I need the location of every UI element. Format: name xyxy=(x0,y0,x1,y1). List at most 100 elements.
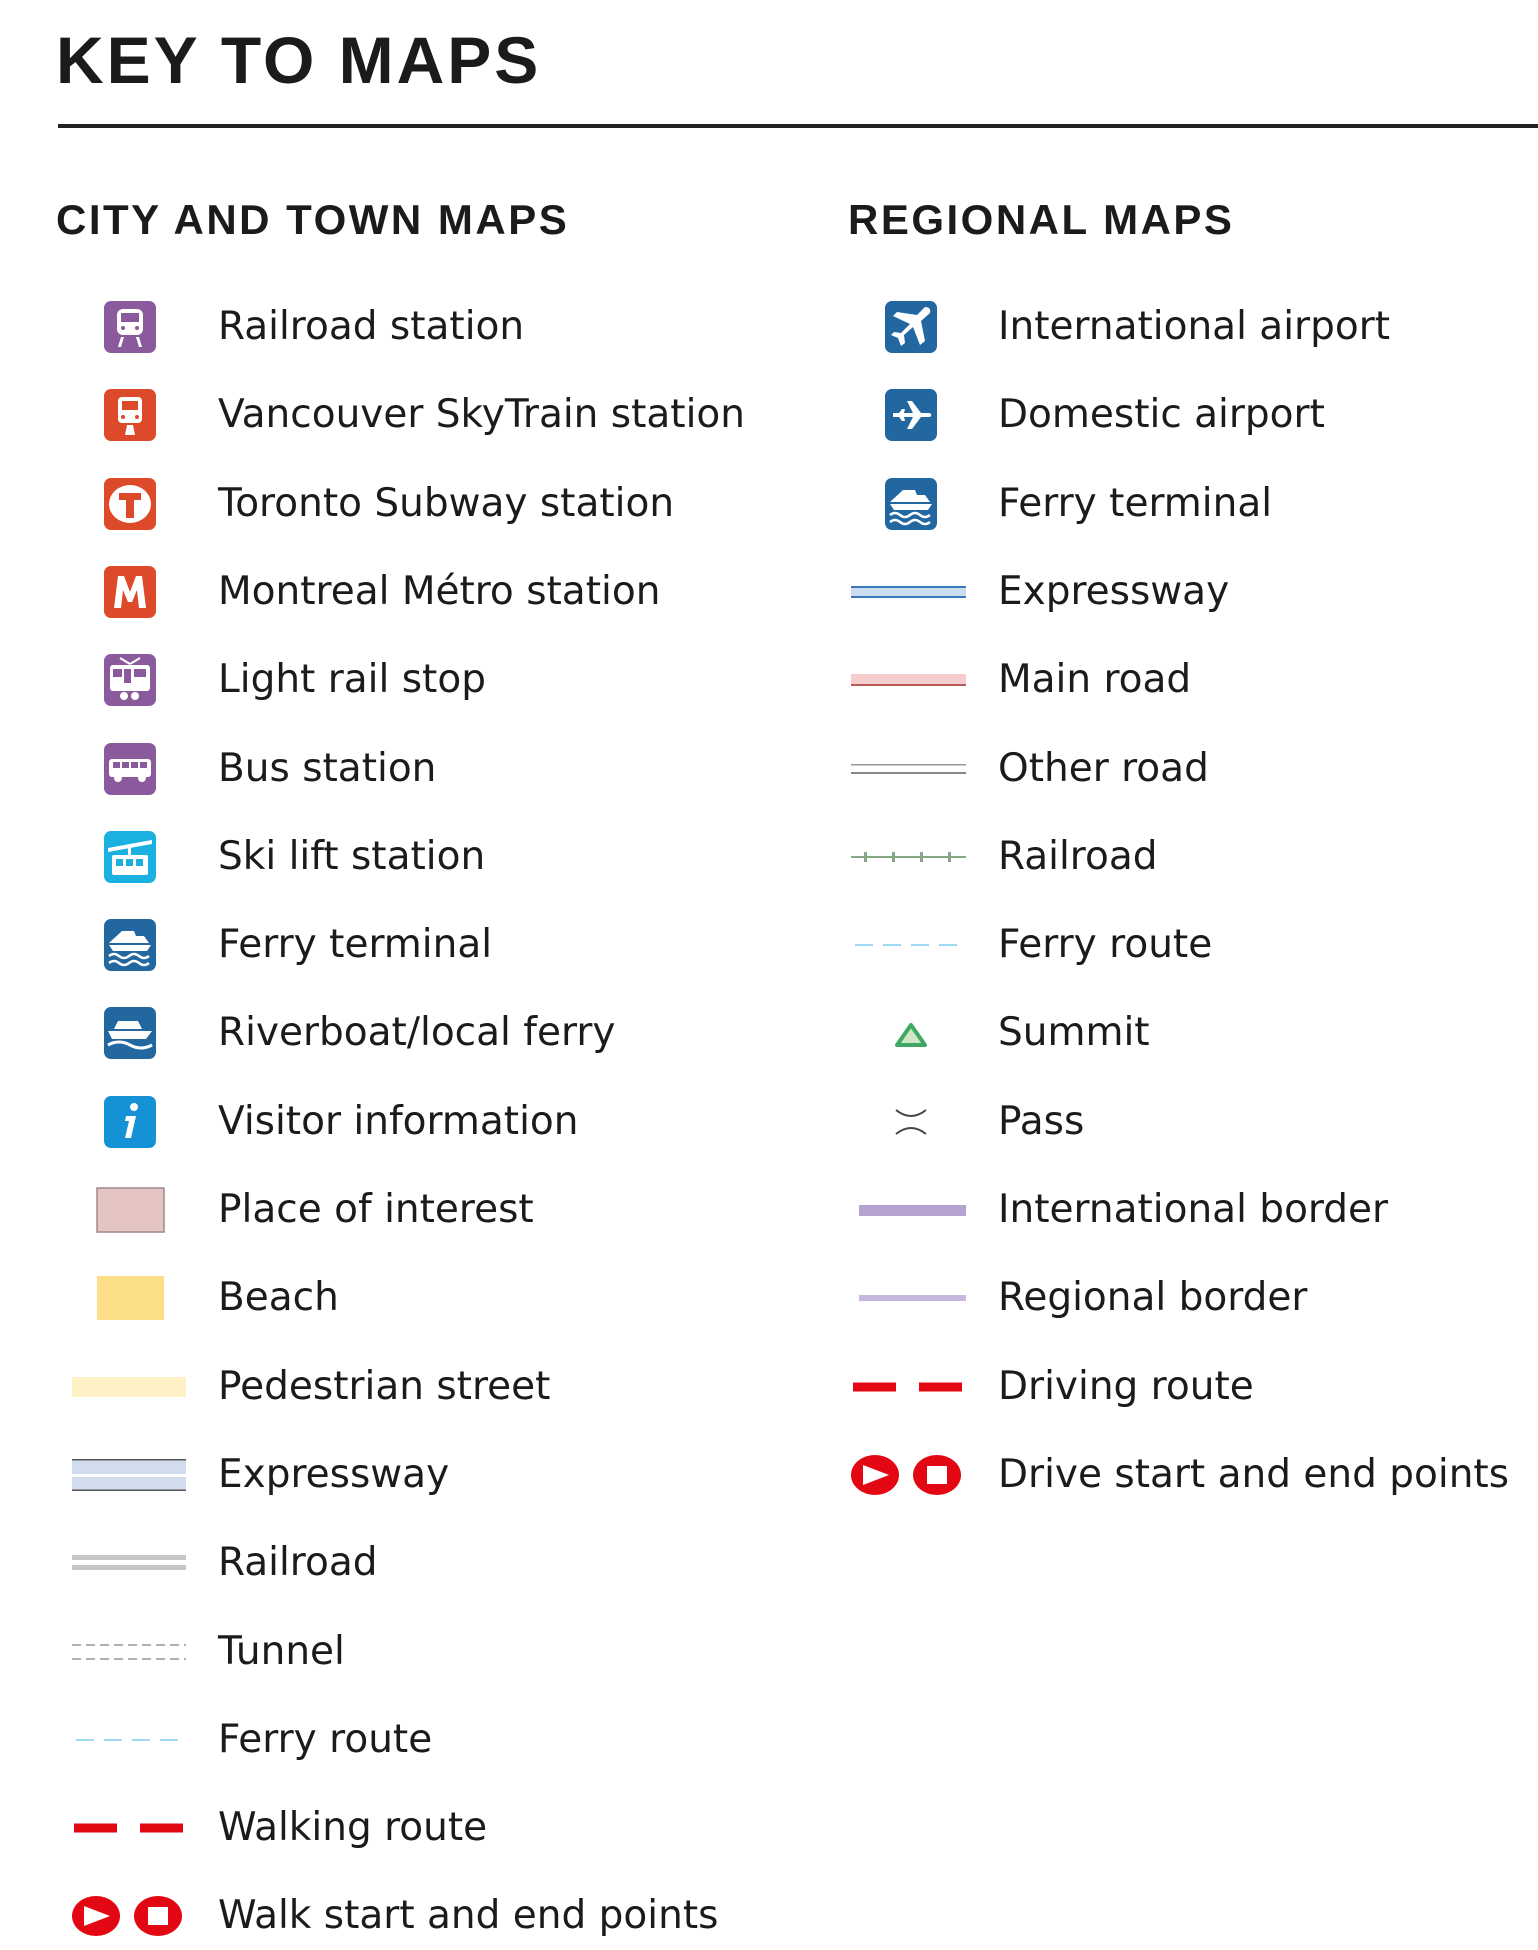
legend-label: Vancouver SkyTrain station xyxy=(218,392,746,438)
legend-item: Riverboat/local ferry xyxy=(70,1003,778,1063)
summit-icon xyxy=(895,1023,927,1048)
legend-item: Vancouver SkyTrain station xyxy=(70,385,778,445)
other-road-line xyxy=(851,763,966,774)
legend-item: Pedestrian street xyxy=(70,1357,778,1417)
legend-label: Tunnel xyxy=(218,1628,345,1674)
info-icon xyxy=(104,1095,156,1148)
legend-label: Montreal Métro station xyxy=(218,568,661,614)
legend-label: International border xyxy=(998,1187,1389,1232)
start-end-points-icon xyxy=(72,1896,182,1937)
regional-border-line xyxy=(859,1295,966,1302)
legend-item: International airport xyxy=(848,297,1538,357)
ferry-icon xyxy=(104,919,156,972)
bus-icon xyxy=(104,742,156,795)
city-expressway-line xyxy=(72,1458,186,1491)
title-divider xyxy=(58,124,1538,128)
legend-label: Drive start and end points xyxy=(998,1451,1510,1497)
legend-item: Ferry terminal xyxy=(848,474,1538,534)
legend-item: Domestic airport xyxy=(848,385,1538,445)
ferry-route-line xyxy=(76,1738,182,1741)
legend-label: Ferry terminal xyxy=(998,480,1273,526)
legend-label: Expressway xyxy=(998,568,1230,614)
legend-item: Bus station xyxy=(70,739,778,799)
legend-item: Drive start and end points xyxy=(848,1445,1538,1505)
legend-label: Regional border xyxy=(998,1275,1308,1321)
legend-label: Other road xyxy=(998,745,1209,791)
legend-label: Driving route xyxy=(998,1363,1254,1409)
legend-item: International border xyxy=(848,1180,1538,1240)
legend-item: Ferry terminal xyxy=(70,915,778,975)
regional-maps-heading: REGIONAL MAPS xyxy=(848,196,1235,243)
legend-label: Walk start and end points xyxy=(218,1893,719,1939)
skytrain-icon xyxy=(104,389,156,442)
city-railroad-line xyxy=(72,1555,186,1571)
montreal-metro-icon xyxy=(104,565,156,618)
legend-label: Toronto Subway station xyxy=(218,480,675,526)
city-maps-heading: CITY AND TOWN MAPS xyxy=(56,196,570,243)
legend-label: Riverboat/local ferry xyxy=(218,1010,616,1056)
ferry-icon xyxy=(885,477,937,530)
legend-label: Ferry route xyxy=(998,922,1213,968)
legend-item: Railroad xyxy=(70,1533,778,1593)
legend-label: Domestic airport xyxy=(998,392,1325,438)
legend-label: Ferry terminal xyxy=(218,922,493,968)
legend-label: Place of interest xyxy=(218,1187,534,1232)
legend-item: Toronto Subway station xyxy=(70,474,778,534)
legend-item: Other road xyxy=(848,739,1538,799)
toronto-subway-icon xyxy=(104,477,156,530)
legend-label: Railroad xyxy=(998,833,1158,879)
legend-item: Railroad xyxy=(848,827,1538,887)
legend-label: Ferry route xyxy=(218,1716,433,1762)
legend-item: Summit xyxy=(848,1003,1538,1063)
legend-label: Bus station xyxy=(218,745,437,791)
legend-label: Main road xyxy=(998,657,1192,703)
tunnel-line xyxy=(72,1643,186,1660)
legend-item: Beach xyxy=(70,1268,778,1328)
legend-label: Summit xyxy=(998,1010,1150,1056)
page-title: KEY TO MAPS xyxy=(56,23,542,97)
legend-item: Expressway xyxy=(70,1445,778,1505)
legend-label: Visitor information xyxy=(218,1098,579,1144)
legend-label: Railroad station xyxy=(218,304,525,349)
legend-item: Walk start and end points xyxy=(70,1886,778,1946)
start-end-points-icon xyxy=(851,1454,961,1495)
main-road-line xyxy=(851,674,966,687)
place-of-interest-swatch xyxy=(96,1187,165,1233)
legend-item: Driving route xyxy=(848,1357,1538,1417)
legend-item: Tunnel xyxy=(70,1622,778,1682)
pass-icon xyxy=(895,1108,927,1135)
legend-item: Railroad station xyxy=(70,297,778,357)
legend-item: Visitor information xyxy=(70,1092,778,1152)
legend-label: Walking route xyxy=(218,1805,488,1851)
legend-item: Pass xyxy=(848,1092,1538,1152)
expressway-line xyxy=(851,585,966,598)
riverboat-icon xyxy=(104,1007,156,1060)
international-border-line xyxy=(859,1205,966,1216)
legend-label: Pedestrian street xyxy=(218,1363,551,1409)
legend-label: Ski lift station xyxy=(218,833,486,879)
legend-item: Expressway xyxy=(848,562,1538,622)
beach-swatch xyxy=(97,1276,164,1321)
legend-item: Main road xyxy=(848,650,1538,710)
legend-label: Railroad xyxy=(218,1540,378,1586)
legend-item: Ski lift station xyxy=(70,827,778,887)
legend-item: Montreal Métro station xyxy=(70,562,778,622)
legend-item: Regional border xyxy=(848,1268,1538,1328)
legend-item: Ferry route xyxy=(848,915,1538,975)
legend-item: Walking route xyxy=(70,1798,778,1858)
pedestrian-street-line xyxy=(72,1376,186,1397)
legend-label: International airport xyxy=(998,304,1391,349)
legend-item: Ferry route xyxy=(70,1710,778,1770)
light-rail-icon xyxy=(104,654,156,707)
ferry-route-line xyxy=(855,944,962,947)
legend-item: Light rail stop xyxy=(70,650,778,710)
legend-label: Pass xyxy=(998,1098,1085,1144)
legend-label: Beach xyxy=(218,1275,339,1321)
railroad-line xyxy=(851,851,966,862)
domestic-airport-icon xyxy=(885,389,937,442)
legend-label: Light rail stop xyxy=(218,657,486,703)
train-icon xyxy=(104,301,156,353)
legend-label: Expressway xyxy=(218,1451,450,1497)
legend-item: Place of interest xyxy=(70,1180,778,1240)
international-airport-icon xyxy=(885,301,937,353)
